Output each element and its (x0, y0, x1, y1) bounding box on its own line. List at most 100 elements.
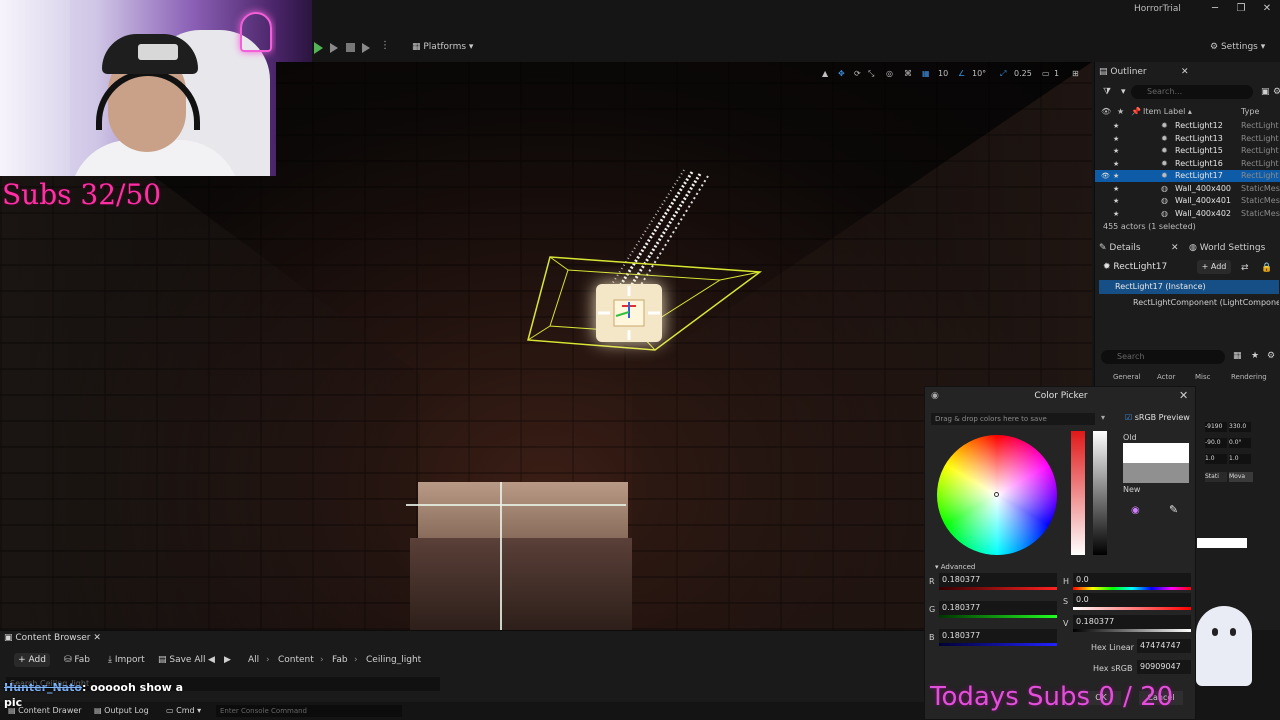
component-row[interactable]: RectLightComponent (LightComponent) (1099, 296, 1279, 310)
star-icon[interactable]: ★ (1113, 158, 1119, 170)
select-mode-icon[interactable]: ▲ (822, 67, 828, 81)
scale-y-field[interactable]: 1.0 (1205, 454, 1227, 464)
close-outliner-icon[interactable]: ✕ (1181, 64, 1189, 80)
outliner-row[interactable]: ★ ◍ Wall_400x400 StaticMesh (1095, 183, 1280, 195)
scale-icon[interactable]: ⤡ (868, 67, 874, 81)
srgb-preview-checkbox[interactable]: ☑ sRGB Preview (1125, 413, 1190, 422)
outliner-search-input[interactable]: Search... (1131, 85, 1253, 99)
close-window-button[interactable]: ✕ (1260, 2, 1274, 16)
s-field[interactable]: 0.0 (1073, 593, 1191, 607)
col-item-label[interactable]: Item Label ▴ (1143, 106, 1192, 118)
filter-icon[interactable]: ⧩ (1103, 84, 1111, 100)
eyedropper-icon[interactable]: ✎ (1169, 503, 1178, 516)
tab-outliner[interactable]: ▤ Outliner (1099, 64, 1147, 80)
star-icon[interactable]: ★ (1113, 145, 1119, 157)
details-settings-icon[interactable]: ⚙ (1267, 348, 1275, 364)
settings-button[interactable]: ⚙ Settings ▾ (1210, 42, 1265, 52)
camera-speed-value[interactable]: 1 (1054, 67, 1059, 81)
r-field[interactable]: 0.180377 (939, 573, 1057, 587)
breadcrumb-content[interactable]: Content (278, 655, 314, 665)
instance-row[interactable]: RectLight17 (Instance) (1099, 280, 1279, 294)
settings-icon[interactable]: ⚙ (1273, 84, 1280, 100)
dropdown-icon[interactable]: ▾ (1121, 84, 1126, 100)
outliner-row[interactable]: ★ ✹ RectLight13 RectLight (1095, 133, 1280, 145)
favorite-icon[interactable]: ★ (1251, 348, 1259, 364)
close-content-browser-icon[interactable]: ✕ (91, 633, 101, 643)
eject-icon[interactable] (362, 43, 370, 53)
outliner-row[interactable]: 👁 ★ ✹ RectLight17 RectLight (1095, 170, 1280, 182)
h-field[interactable]: 0.0 (1073, 573, 1191, 587)
grid-snap-icon[interactable]: ▦ (922, 67, 930, 81)
console-input[interactable]: Enter Console Command (216, 705, 402, 717)
star-icon[interactable]: ★ (1113, 120, 1119, 132)
breadcrumb-ceiling-light[interactable]: Ceiling_light (366, 655, 421, 665)
add-component-button[interactable]: + Add (1197, 260, 1231, 274)
location-y-field[interactable]: -9190 (1205, 422, 1227, 432)
saturation-slider[interactable] (1071, 431, 1085, 555)
rotation-snap-value[interactable]: 10° (972, 67, 986, 81)
blueprint-icon[interactable]: ⇄ (1241, 260, 1249, 276)
category-rendering[interactable]: Rendering (1231, 370, 1267, 384)
grid-snap-value[interactable]: 10 (938, 67, 948, 81)
rotation-snap-icon[interactable]: ∠ (958, 67, 965, 81)
tab-world-settings[interactable]: ◍ World Settings (1189, 240, 1265, 256)
location-z-field[interactable]: 330.0 (1229, 422, 1251, 432)
star-icon[interactable]: ★ (1113, 170, 1119, 182)
more-options-icon[interactable]: ⋮ (380, 40, 392, 52)
outliner-row[interactable]: ★ ◍ Wall_400x401 StaticMesh (1095, 195, 1280, 207)
world-local-icon[interactable]: ◎ (886, 67, 893, 81)
r-slider[interactable] (939, 587, 1057, 590)
tab-content-browser[interactable]: ▣ Content Browser ✕ (4, 633, 101, 643)
add-folder-icon[interactable]: ▣ (1261, 84, 1270, 100)
rotate-icon[interactable]: ⟳ (854, 67, 861, 81)
outliner-row[interactable]: ★ ◍ Wall_400x402 StaticMesh (1095, 208, 1280, 220)
star-icon[interactable]: ★ (1113, 133, 1119, 145)
star-icon[interactable]: ★ (1113, 183, 1119, 195)
minimize-button[interactable]: ─ (1208, 2, 1222, 16)
light-sprite-icon[interactable] (596, 284, 662, 342)
tab-details[interactable]: ✎ Details (1099, 240, 1141, 256)
b-slider[interactable] (939, 643, 1057, 646)
layout-icon[interactable]: ⊞ (1072, 67, 1079, 81)
stop-icon[interactable] (346, 43, 355, 52)
fab-button[interactable]: ⛁ Fab (64, 655, 90, 665)
history-back-icon[interactable]: ◀ (208, 655, 215, 665)
value-slider[interactable] (1093, 431, 1107, 555)
hex-linear-field[interactable]: 47474747 (1137, 639, 1191, 653)
col-type[interactable]: Type (1241, 106, 1259, 118)
outliner-row[interactable]: ★ ✹ RectLight15 RectLight (1095, 145, 1280, 157)
g-field[interactable]: 0.180377 (939, 601, 1057, 615)
color-wheel[interactable] (937, 435, 1057, 555)
surface-snap-icon[interactable]: ⌘ (904, 67, 912, 81)
v-slider[interactable] (1073, 629, 1191, 632)
scale-snap-icon[interactable]: ⤢ (1000, 67, 1006, 81)
simulate-icon[interactable] (330, 43, 338, 53)
import-button[interactable]: ⤓ Import (108, 655, 145, 665)
mobility-movable-button[interactable]: Mova (1229, 472, 1253, 482)
rotation-y-field[interactable]: -90.0 (1205, 438, 1227, 448)
star-icon[interactable]: ★ (1113, 195, 1119, 207)
outliner-row[interactable]: ★ ✹ RectLight16 RectLight (1095, 158, 1280, 170)
close-details-icon[interactable]: ✕ (1171, 240, 1179, 256)
s-slider[interactable] (1073, 607, 1191, 610)
category-actor[interactable]: Actor (1157, 370, 1175, 384)
b-field[interactable]: 0.180377 (939, 629, 1057, 643)
play-icon[interactable] (314, 42, 323, 54)
translate-icon[interactable]: ✥ (838, 67, 845, 81)
breadcrumb-all[interactable]: All (248, 655, 259, 665)
cb-add-button[interactable]: + Add (14, 653, 50, 667)
v-field[interactable]: 0.180377 (1073, 615, 1191, 629)
outliner-row[interactable]: ★ ✹ RectLight12 RectLight (1095, 120, 1280, 132)
color-theme-icon[interactable]: ◉ (1131, 505, 1140, 516)
category-general[interactable]: General (1113, 370, 1141, 384)
hex-srgb-field[interactable]: 90909047 (1137, 660, 1191, 674)
advanced-section[interactable]: ▾ Advanced (935, 563, 975, 571)
visibility-icon[interactable]: 👁 (1101, 170, 1110, 182)
grid-view-icon[interactable]: ▦ (1233, 348, 1242, 364)
h-slider[interactable] (1073, 587, 1191, 590)
platforms-dropdown[interactable]: ▦ Platforms ▾ (412, 42, 473, 52)
star-icon[interactable]: ★ (1113, 208, 1119, 220)
maximize-button[interactable]: ❐ (1234, 2, 1248, 16)
close-color-picker-icon[interactable]: ✕ (1179, 389, 1188, 402)
scale-z-field[interactable]: 1.0 (1229, 454, 1251, 464)
